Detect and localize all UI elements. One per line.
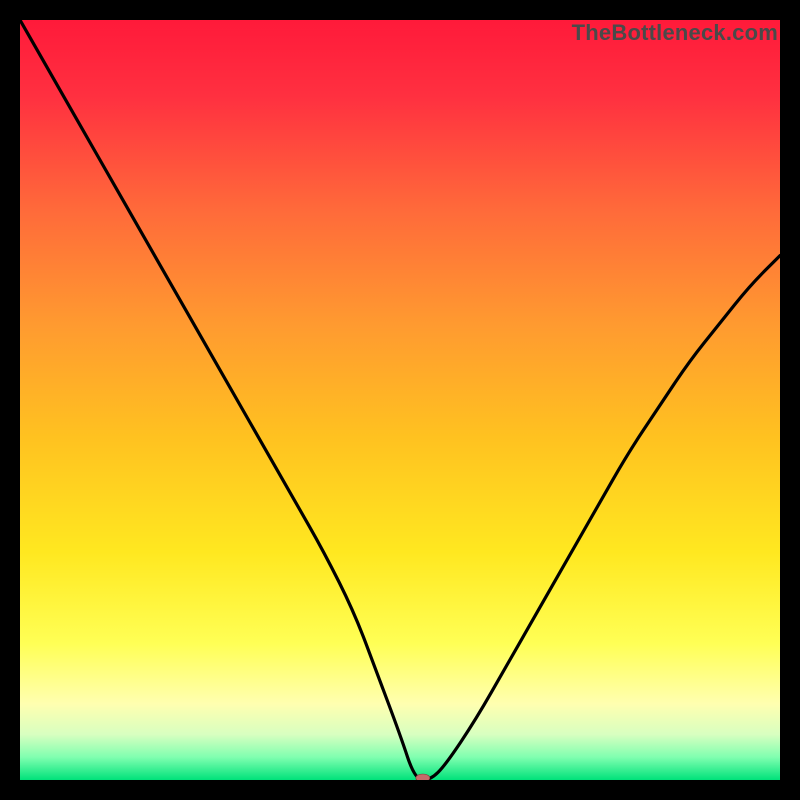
chart-frame: TheBottleneck.com [20, 20, 780, 780]
watermark-text: TheBottleneck.com [572, 20, 778, 46]
background-gradient [20, 20, 780, 780]
plot-area [20, 20, 780, 780]
current-point-marker [416, 774, 430, 780]
chart-svg [20, 20, 780, 780]
